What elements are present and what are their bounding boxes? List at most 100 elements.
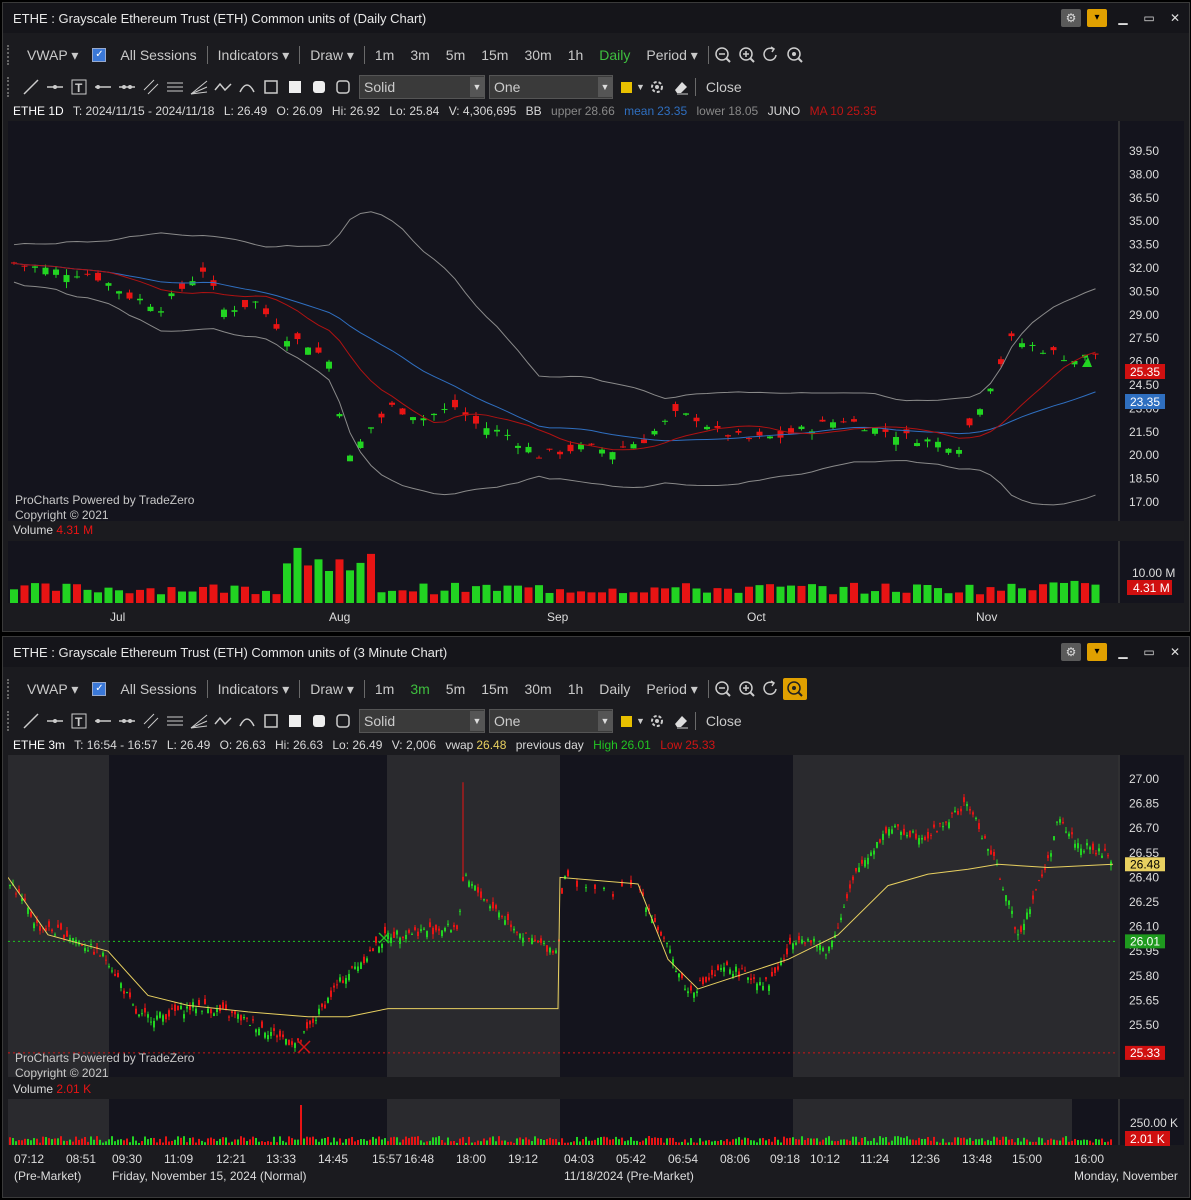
rectangle-icon[interactable] <box>259 76 283 98</box>
color-swatch[interactable] <box>621 81 632 93</box>
close-drawing-button[interactable]: Close <box>698 79 750 95</box>
timeframe-15m[interactable]: 15m <box>473 47 516 63</box>
price-tick-label: 29.00 <box>1129 308 1159 322</box>
draw-dropdown[interactable]: Draw ▾ <box>302 47 362 64</box>
fib-fan-icon[interactable] <box>187 710 211 732</box>
timeframe-daily[interactable]: Daily <box>591 47 638 63</box>
timeframe-5m[interactable]: 5m <box>438 47 473 63</box>
horizontal-line-icon[interactable] <box>91 710 115 732</box>
volume-bar <box>372 1136 374 1145</box>
extended-line-icon[interactable] <box>115 710 139 732</box>
volume-bar <box>18 1140 20 1145</box>
zoom-in-icon[interactable] <box>735 44 759 66</box>
timeframe-30m[interactable]: 30m <box>516 47 559 63</box>
ray-icon[interactable] <box>43 710 67 732</box>
text-tool-icon[interactable]: T <box>67 710 91 732</box>
dropdown-icon[interactable]: ▾ <box>1087 9 1107 27</box>
wave-icon[interactable] <box>211 76 235 98</box>
candle-body <box>477 887 479 893</box>
all-sessions-checkbox[interactable]: ✓ <box>92 48 107 62</box>
reset-zoom-icon[interactable] <box>759 678 783 700</box>
timeframe-3m[interactable]: 3m <box>402 681 437 697</box>
line-width-select[interactable]: One ▼ <box>489 709 613 733</box>
dropdown-icon[interactable]: ▾ <box>1087 643 1107 661</box>
close-window-button[interactable]: ✕ <box>1165 643 1185 661</box>
volume-bar <box>288 1136 290 1145</box>
chevron-down-icon[interactable]: ▼ <box>636 716 645 726</box>
indicators-dropdown[interactable]: Indicators ▾ <box>210 681 298 698</box>
zoom-out-icon[interactable] <box>711 44 735 66</box>
filled-rectangle-icon[interactable] <box>283 710 307 732</box>
zoom-fit-icon[interactable] <box>782 678 807 700</box>
eraser-icon[interactable] <box>669 710 693 732</box>
draw-dropdown[interactable]: Draw ▾ <box>302 681 362 698</box>
candle-body <box>767 436 773 439</box>
reset-zoom-icon[interactable] <box>759 44 783 66</box>
intraday-chart-canvas[interactable]: 27.0026.8526.7026.5526.4026.2526.1025.95… <box>8 755 1184 1195</box>
rectangle-icon[interactable] <box>259 710 283 732</box>
indicators-dropdown[interactable]: Indicators ▾ <box>210 47 298 64</box>
maximize-button[interactable]: ▭ <box>1139 643 1159 661</box>
zoom-out-icon[interactable] <box>711 678 735 700</box>
parallel-channel-icon[interactable] <box>139 710 163 732</box>
timeframe-daily[interactable]: Daily <box>591 681 638 697</box>
vwap-dropdown[interactable]: VWAP ▾ <box>19 681 86 698</box>
minimize-button[interactable]: ▁ <box>1113 9 1133 27</box>
volume-bar <box>963 1137 965 1145</box>
close-window-button[interactable]: ✕ <box>1165 9 1185 27</box>
rounded-rectangle-icon[interactable] <box>307 710 331 732</box>
timeframe-3m[interactable]: 3m <box>402 47 437 63</box>
horizontal-line-icon[interactable] <box>91 76 115 98</box>
line-width-select[interactable]: One ▼ <box>489 75 613 99</box>
candle-body <box>315 1019 317 1021</box>
volume-bar <box>933 1136 935 1145</box>
maximize-button[interactable]: ▭ <box>1139 9 1159 27</box>
volume-bar <box>461 591 470 603</box>
curve-icon[interactable] <box>235 76 259 98</box>
trendline-icon[interactable] <box>19 76 43 98</box>
line-style-select[interactable]: Solid ▼ <box>359 709 485 733</box>
trendline-icon[interactable] <box>19 710 43 732</box>
settings-gear-icon[interactable]: ⚙ <box>1061 9 1081 27</box>
gear-icon[interactable] <box>645 76 669 98</box>
timeframe-1h[interactable]: 1h <box>560 47 592 63</box>
timeframe-1m[interactable]: 1m <box>367 47 402 63</box>
fibonacci-icon[interactable] <box>163 76 187 98</box>
ray-icon[interactable] <box>43 76 67 98</box>
curve-icon[interactable] <box>235 710 259 732</box>
candle-body <box>120 983 122 988</box>
extended-line-icon[interactable] <box>115 76 139 98</box>
period-dropdown[interactable]: Period ▾ <box>638 681 705 698</box>
ellipse-icon[interactable] <box>331 710 355 732</box>
rounded-rectangle-icon[interactable] <box>307 76 331 98</box>
gear-icon[interactable] <box>645 710 669 732</box>
ellipse-icon[interactable] <box>331 76 355 98</box>
filled-rectangle-icon[interactable] <box>283 76 307 98</box>
text-tool-icon[interactable]: T <box>67 76 91 98</box>
line-style-select[interactable]: Solid ▼ <box>359 75 485 99</box>
settings-gear-icon[interactable]: ⚙ <box>1061 643 1081 661</box>
wave-icon[interactable] <box>211 710 235 732</box>
zoom-in-icon[interactable] <box>735 678 759 700</box>
timeframe-1m[interactable]: 1m <box>367 681 402 697</box>
all-sessions-checkbox[interactable]: ✓ <box>92 682 107 696</box>
timeframe-15m[interactable]: 15m <box>473 681 516 697</box>
period-dropdown[interactable]: Period ▾ <box>638 47 705 64</box>
candle-body <box>27 907 29 914</box>
daily-chart-canvas[interactable]: 39.50 38.00 36.50 35.00 33.50 32.00 30.50 29.00… <box>8 121 1184 629</box>
fibonacci-icon[interactable] <box>163 710 187 732</box>
timeframe-30m[interactable]: 30m <box>516 681 559 697</box>
vwap-dropdown[interactable]: VWAP ▾ <box>19 47 86 64</box>
parallel-channel-icon[interactable] <box>139 76 163 98</box>
chevron-down-icon[interactable]: ▼ <box>636 82 645 92</box>
close-drawing-button[interactable]: Close <box>698 713 750 729</box>
fib-fan-icon[interactable] <box>187 76 211 98</box>
minimize-button[interactable]: ▁ <box>1113 643 1133 661</box>
zoom-fit-icon[interactable] <box>783 44 807 66</box>
color-swatch[interactable] <box>621 715 632 727</box>
candle-body <box>555 950 557 953</box>
timeframe-1h[interactable]: 1h <box>560 681 592 697</box>
eraser-icon[interactable] <box>669 76 693 98</box>
volume-bar <box>378 1136 380 1145</box>
timeframe-5m[interactable]: 5m <box>438 681 473 697</box>
